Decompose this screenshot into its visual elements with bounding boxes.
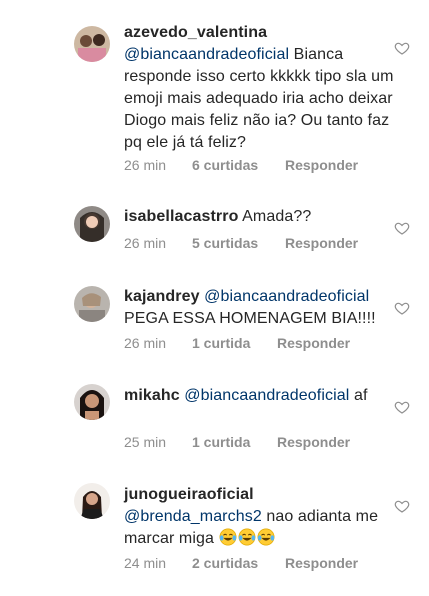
comment-username[interactable]: isabellacastrro — [124, 208, 238, 225]
face-with-tears-of-joy-icon — [238, 528, 256, 546]
comment-body: Amada?? — [242, 208, 312, 225]
reply-button[interactable]: Responder — [285, 235, 358, 251]
face-with-tears-of-joy-icon — [219, 528, 237, 546]
comment-text: mikahc @biancaandradeoficial af — [124, 385, 394, 407]
comment-username[interactable]: junogueiraoficial — [124, 486, 254, 503]
comment-text: isabellacastrro Amada?? — [124, 206, 394, 228]
comment-mention[interactable]: @biancaandradeoficial — [184, 387, 349, 404]
comment-body: af — [349, 387, 368, 404]
face-with-tears-of-joy-icon — [257, 528, 275, 546]
comment-likes[interactable]: 2 curtidas — [192, 555, 285, 571]
comment-meta: 26 min 5 curtidas Responder — [124, 235, 358, 251]
comment-username[interactable]: azevedo_valentina — [124, 24, 267, 41]
comment-time: 24 min — [124, 555, 167, 571]
reply-button[interactable]: Responder — [277, 335, 350, 351]
avatar[interactable] — [74, 26, 110, 62]
comment-likes[interactable]: 1 curtida — [192, 335, 277, 351]
comment-time: 26 min — [124, 235, 167, 251]
reply-button[interactable]: Responder — [285, 555, 358, 571]
comment-mention[interactable]: @brenda_marchs2 — [124, 508, 262, 525]
comment-meta: 25 min 1 curtida Responder — [124, 434, 350, 450]
comment-username[interactable]: mikahc — [124, 387, 180, 404]
heart-outline-icon[interactable] — [394, 40, 410, 56]
comment-likes[interactable]: 5 curtidas — [192, 235, 285, 251]
avatar[interactable] — [74, 384, 110, 420]
comment-time: 26 min — [124, 157, 167, 173]
heart-outline-icon[interactable] — [394, 220, 410, 236]
comment-meta: 24 min 2 curtidas Responder — [124, 555, 358, 571]
comment-text: kajandrey @biancaandradeoficial PEGA ESS… — [124, 286, 394, 330]
comment-likes[interactable]: 6 curtidas — [192, 157, 285, 173]
heart-outline-icon[interactable] — [394, 300, 410, 316]
comment-likes[interactable]: 1 curtida — [192, 434, 277, 450]
comment-time: 25 min — [124, 434, 167, 450]
emoji-group — [219, 528, 276, 547]
avatar[interactable] — [74, 483, 110, 519]
reply-button[interactable]: Responder — [277, 434, 350, 450]
comment-meta: 26 min 6 curtidas Responder — [124, 157, 358, 173]
avatar[interactable] — [74, 286, 110, 322]
heart-outline-icon[interactable] — [394, 498, 410, 514]
comment-time: 26 min — [124, 335, 167, 351]
comment-username[interactable]: kajandrey — [124, 288, 200, 305]
comment-mention[interactable]: @biancaandradeoficial — [124, 46, 289, 63]
heart-outline-icon[interactable] — [394, 399, 410, 415]
comment-text: junogueiraoficial @brenda_marchs2 nao ad… — [124, 484, 394, 550]
comment-meta: 26 min 1 curtida Responder — [124, 335, 350, 351]
comment-mention[interactable]: @biancaandradeoficial — [204, 288, 369, 305]
comment-body: PEGA ESSA HOMENAGEM BIA!!!! — [124, 310, 376, 327]
comment-text: azevedo_valentina @biancaandradeoficial … — [124, 22, 394, 154]
reply-button[interactable]: Responder — [285, 157, 358, 173]
avatar[interactable] — [74, 206, 110, 242]
